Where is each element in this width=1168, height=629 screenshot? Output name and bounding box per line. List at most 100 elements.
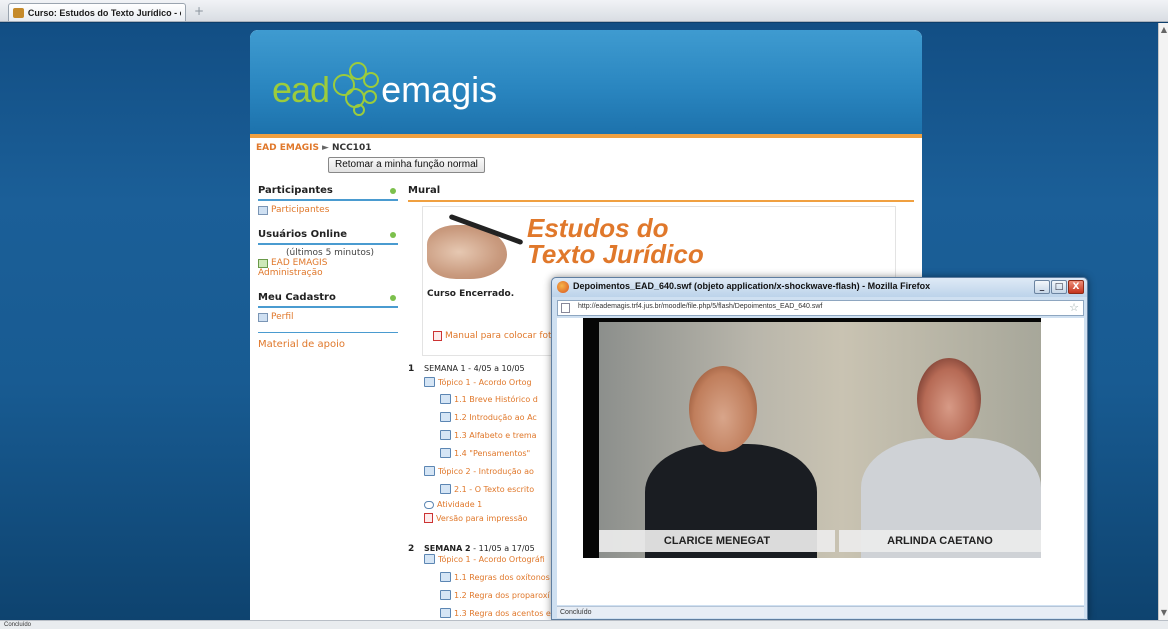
manual-link[interactable]: Manual para colocar foto (433, 331, 557, 341)
popup-title: Depoimentos_EAD_640.swf (objeto applicat… (573, 281, 931, 291)
tab-title: Curso: Estudos do Texto Jurídico - en... (27, 7, 181, 18)
print-version-label: Versão para impressão (436, 513, 528, 523)
site-logo[interactable]: ead emagis (272, 60, 497, 120)
week2-lesson-1-1-link[interactable]: 1.1 Regras dos oxítonos (440, 572, 550, 582)
lesson-1-1-label: 1.1 Breve Histórico d (454, 394, 538, 404)
block-toggle-icon[interactable] (390, 188, 396, 194)
week2-topic-1-link[interactable]: Tópico 1 - Acordo Ortográfi (424, 554, 545, 564)
site-header: ead emagis (250, 30, 922, 138)
popup-status-bar: Concluído (557, 606, 1084, 618)
user-online-icon (258, 258, 268, 268)
profile-icon (258, 312, 268, 322)
week2-lesson-1-3-label: 1.3 Regra dos acentos e (454, 608, 551, 618)
window-controls: _ □ X (1034, 280, 1084, 294)
topic-2-label: Tópico 2 - Introdução ao (438, 466, 534, 476)
page-icon (561, 303, 570, 313)
caption-left: CLARICE MENEGAT (599, 530, 835, 552)
return-role-button[interactable]: Retomar a minha função normal (328, 157, 485, 173)
lesson-1-3-link[interactable]: 1.3 Alfabeto e trema (440, 430, 537, 440)
perfil-link-label: Perfil (271, 312, 294, 322)
flash-popup-window: Depoimentos_EAD_640.swf (objeto applicat… (551, 277, 1088, 620)
block-online-users-title-text: Usuários Online (258, 229, 347, 240)
breadcrumb: EAD EMAGIS ► NCC101 (256, 143, 371, 153)
popup-url-bar[interactable]: http://eademagis.trf4.jus.br/moodle/file… (557, 300, 1084, 316)
banner-title: Estudos do Texto Jurídico (527, 215, 704, 267)
document-icon (424, 554, 435, 564)
page-scrollbar[interactable]: ▲ ▼ (1158, 23, 1168, 620)
block-participantes-title-text: Participantes (258, 185, 333, 196)
participantes-link-label: Participantes (271, 205, 330, 215)
lesson-1-4-label: 1.4 "Pensamentos" (454, 448, 531, 458)
week-1-title: SEMANA 1 - 4/05 a 10/05 (424, 364, 525, 373)
block-meu-cadastro-title: Meu Cadastro (258, 292, 398, 308)
minimize-button[interactable]: _ (1034, 280, 1050, 294)
document-icon (424, 466, 435, 476)
document-icon (440, 394, 451, 404)
block-online-users: Usuários Online (últimos 5 minutos) EAD … (258, 229, 398, 278)
block-toggle-icon[interactable] (390, 232, 396, 238)
maximize-button[interactable]: □ (1051, 280, 1067, 294)
topic-2-link[interactable]: Tópico 2 - Introdução ao (424, 466, 534, 476)
lesson-1-2-link[interactable]: 1.2 Introdução ao Ac (440, 412, 537, 422)
lesson-1-1-link[interactable]: 1.1 Breve Histórico d (440, 394, 538, 404)
flash-video-player[interactable]: CLARICE MENEGAT ARLINDA CAETANO (583, 318, 1041, 558)
week-2-title: SEMANA 2 - 11/05 a 17/05 (424, 544, 535, 553)
scroll-down-icon[interactable]: ▼ (1160, 608, 1168, 618)
mural-heading[interactable]: Mural (408, 185, 914, 202)
participants-icon (258, 205, 268, 215)
perfil-link[interactable]: Perfil (258, 312, 398, 322)
week-2-number: 2 (408, 544, 415, 554)
document-icon (440, 448, 451, 458)
lesson-1-2-label: 1.2 Introdução ao Ac (454, 412, 537, 422)
logo-emagis-text: emagis (381, 69, 498, 110)
block-meu-cadastro: Meu Cadastro Perfil (258, 292, 398, 322)
lesson-2-1-label: 2.1 - O Texto escrito (454, 484, 535, 494)
document-icon (440, 430, 451, 440)
atividade-1-link[interactable]: Atividade 1 (424, 500, 482, 509)
document-icon (440, 484, 451, 494)
online-user-admin-label: Administração (258, 268, 323, 278)
browser-status-bar: Concluído (0, 620, 1168, 629)
logo-ead-text: ead (272, 69, 330, 110)
pdf-icon (424, 513, 433, 523)
breadcrumb-separator: ► (322, 143, 329, 153)
pdf-icon (433, 331, 442, 341)
course-status: Curso Encerrado. (427, 289, 515, 299)
document-icon (440, 572, 451, 582)
firefox-icon (557, 281, 569, 293)
browser-tab[interactable]: Curso: Estudos do Texto Jurídico - en... (8, 3, 186, 21)
star-icon[interactable]: ☆ (1069, 301, 1079, 314)
document-icon (440, 590, 451, 600)
banner-title-line2: Texto Jurídico (527, 239, 704, 269)
participantes-link[interactable]: Participantes (258, 205, 398, 215)
popup-titlebar[interactable]: Depoimentos_EAD_640.swf (objeto applicat… (552, 278, 1087, 297)
online-user-admin[interactable]: Administração (258, 268, 398, 278)
material-de-apoio-link[interactable]: Material de apoio (258, 332, 398, 350)
new-tab-button[interactable]: + (192, 4, 206, 18)
popup-url: http://eademagis.trf4.jus.br/moodle/file… (578, 303, 823, 310)
week2-lesson-1-3-link[interactable]: 1.3 Regra dos acentos e (440, 608, 551, 618)
week2-lesson-1-2-link[interactable]: 1.2 Regra dos proparoxí (440, 590, 550, 600)
lesson-1-4-link[interactable]: 1.4 "Pensamentos" (440, 448, 530, 458)
lesson-2-1-link[interactable]: 2.1 - O Texto escrito (440, 484, 534, 494)
document-icon (440, 608, 451, 618)
close-button[interactable]: X (1068, 280, 1084, 294)
online-user-ead[interactable]: EAD EMAGIS (258, 258, 398, 268)
topic-1-link[interactable]: Tópico 1 - Acordo Ortog (424, 377, 532, 387)
document-icon (440, 412, 451, 422)
manual-link-label: Manual para colocar foto (445, 331, 558, 341)
block-online-users-title: Usuários Online (258, 229, 398, 245)
week2-lesson-1-2-label: 1.2 Regra dos proparoxí (454, 590, 550, 600)
browser-tab-bar: Curso: Estudos do Texto Jurídico - en...… (0, 0, 1168, 22)
hand-with-pen-image (427, 211, 524, 281)
block-meu-cadastro-title-text: Meu Cadastro (258, 292, 336, 303)
week2-topic-1-label: Tópico 1 - Acordo Ortográfi (438, 554, 545, 564)
popup-content: CLARICE MENEGAT ARLINDA CAETANO (557, 318, 1084, 605)
course-favicon-icon (13, 7, 24, 18)
print-version-link[interactable]: Versão para impressão (424, 513, 528, 523)
scroll-up-icon[interactable]: ▲ (1160, 25, 1168, 35)
block-toggle-icon[interactable] (390, 295, 396, 301)
breadcrumb-home[interactable]: EAD EMAGIS (256, 143, 319, 153)
breadcrumb-course: NCC101 (331, 143, 372, 153)
week-2-title-dates: - 11/05 a 17/05 (470, 544, 535, 553)
